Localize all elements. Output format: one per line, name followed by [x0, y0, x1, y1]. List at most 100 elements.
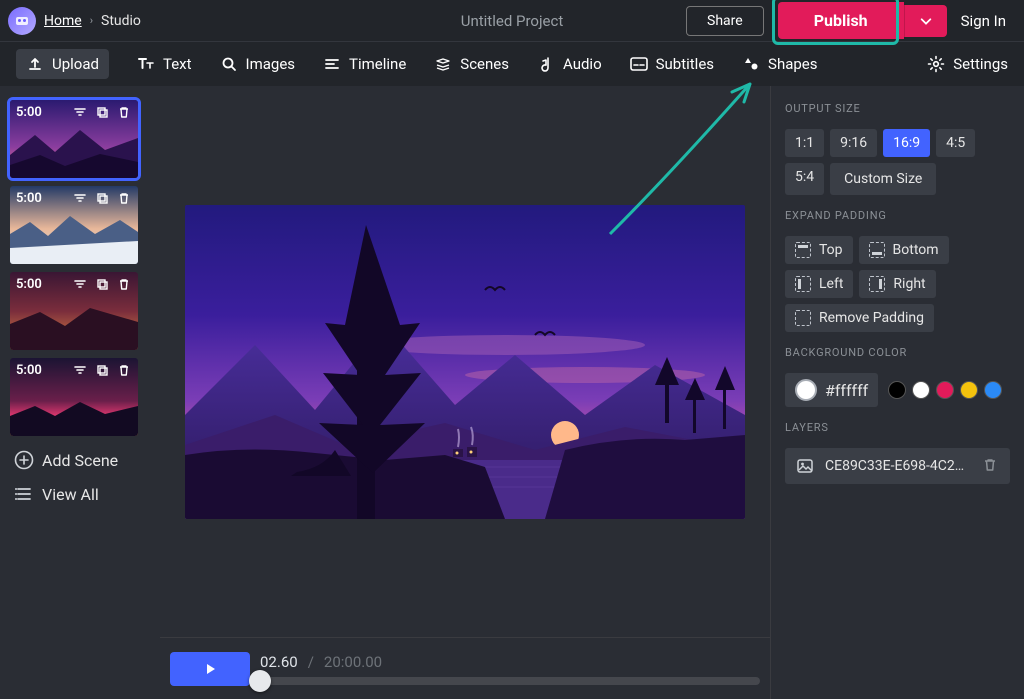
images-label: Images — [246, 55, 296, 73]
sort-icon[interactable] — [72, 276, 88, 292]
ratio-chips: 1:1 9:16 16:9 4:5 5:4 Custom Size — [785, 129, 1010, 195]
search-icon — [220, 55, 238, 73]
gear-icon — [927, 55, 945, 73]
scenes-label: Scenes — [460, 55, 509, 73]
timeline-knob[interactable] — [249, 670, 271, 692]
upload-button[interactable]: Upload — [16, 49, 109, 79]
play-button[interactable] — [170, 652, 250, 686]
pad-right-button[interactable]: Right — [859, 270, 935, 298]
audio-tool[interactable]: Audio — [537, 55, 602, 73]
view-all-button[interactable]: View All — [14, 484, 150, 504]
output-size-label: OUTPUT SIZE — [785, 102, 1010, 115]
signin-button[interactable]: Sign In — [961, 12, 1006, 30]
swatch-white[interactable] — [912, 381, 930, 399]
scenes-icon — [434, 55, 452, 73]
audio-label: Audio — [563, 55, 602, 73]
shapes-label: Shapes — [768, 55, 817, 73]
text-icon — [137, 55, 155, 73]
canvas-art — [185, 205, 745, 519]
canvas[interactable] — [185, 205, 745, 519]
timeline-bar: 02.60 / 20:00.00 — [160, 637, 770, 699]
layers-label: LAYERS — [785, 421, 1010, 434]
swatch-yellow[interactable] — [960, 381, 978, 399]
copy-icon[interactable] — [94, 362, 110, 378]
project-title[interactable]: Untitled Project — [461, 12, 564, 30]
shapes-icon — [742, 55, 760, 73]
scene-thumb[interactable]: 5:00 — [10, 100, 138, 178]
sort-icon[interactable] — [72, 362, 88, 378]
trash-icon[interactable] — [116, 190, 132, 206]
settings-tool[interactable]: Settings — [927, 55, 1008, 73]
scene-duration: 5:00 — [16, 105, 42, 120]
pad-top-icon — [795, 242, 811, 258]
sort-icon[interactable] — [72, 190, 88, 206]
pad-bottom-button[interactable]: Bottom — [859, 236, 949, 264]
plus-circle-icon — [14, 450, 34, 470]
ratio-1-1[interactable]: 1:1 — [785, 129, 824, 157]
trash-icon[interactable] — [116, 104, 132, 120]
avatar[interactable] — [8, 7, 36, 35]
scenes-tool[interactable]: Scenes — [434, 55, 509, 73]
publish-dropdown[interactable] — [904, 5, 947, 37]
images-tool[interactable]: Images — [220, 55, 296, 73]
bg-color-input[interactable]: #ffffff — [785, 373, 878, 407]
timeline-track[interactable] — [260, 677, 760, 685]
bg-color-row: #ffffff — [785, 373, 1010, 407]
timeline-icon — [323, 55, 341, 73]
shapes-tool[interactable]: Shapes — [742, 55, 817, 73]
bg-color-value: #ffffff — [825, 381, 868, 400]
time-display: 02.60 / 20:00.00 — [260, 653, 760, 671]
scene-thumb[interactable]: 5:00 — [10, 358, 138, 436]
bg-swatch-icon — [795, 379, 817, 401]
settings-label: Settings — [953, 55, 1008, 73]
text-tool[interactable]: Text — [137, 55, 192, 73]
chevron-right-icon: › — [90, 14, 93, 27]
add-scene-button[interactable]: Add Scene — [14, 450, 150, 470]
publish-group: Publish — [778, 2, 947, 39]
pad-bottom-icon — [869, 242, 885, 258]
toolbar: Upload Text Images Timeline Scenes Audio… — [0, 42, 1024, 86]
trash-icon[interactable] — [116, 276, 132, 292]
scene-thumb[interactable]: 5:00 — [10, 186, 138, 264]
ratio-9-16[interactable]: 9:16 — [830, 129, 877, 157]
trash-icon[interactable] — [116, 362, 132, 378]
timeline-tool[interactable]: Timeline — [323, 55, 406, 73]
copy-icon[interactable] — [94, 276, 110, 292]
time-total: 20:00.00 — [324, 653, 382, 671]
image-icon — [795, 456, 815, 476]
scene-thumb[interactable]: 5:00 — [10, 272, 138, 350]
canvas-area: 02.60 / 20:00.00 — [160, 86, 770, 699]
custom-size-button[interactable]: Custom Size — [830, 163, 936, 195]
publish-button[interactable]: Publish — [778, 2, 904, 39]
home-link[interactable]: Home — [44, 13, 82, 29]
swatch-black[interactable] — [888, 381, 906, 399]
pad-left-button[interactable]: Left — [785, 270, 853, 298]
pad-left-icon — [795, 276, 811, 292]
trash-icon[interactable] — [982, 457, 1000, 475]
subtitles-tool[interactable]: Subtitles — [630, 55, 714, 73]
header-right: Share Publish Sign In — [686, 2, 1006, 39]
time-current: 02.60 — [260, 653, 298, 671]
share-button[interactable]: Share — [686, 6, 764, 36]
swatch-pink[interactable] — [936, 381, 954, 399]
pad-top-button[interactable]: Top — [785, 236, 853, 264]
ratio-16-9[interactable]: 16:9 — [883, 129, 930, 157]
layer-row[interactable]: CE89C33E-E698-4C2D-... — [785, 448, 1010, 484]
text-label: Text — [163, 55, 192, 73]
chevron-down-icon — [919, 14, 933, 28]
copy-icon[interactable] — [94, 104, 110, 120]
audio-icon — [537, 55, 555, 73]
ratio-5-4[interactable]: 5:4 — [785, 163, 824, 195]
scene-list: 5:00 5:00 — [0, 86, 160, 699]
ratio-4-5[interactable]: 4:5 — [936, 129, 975, 157]
padding-chips: Top Bottom Left Right Remove Padding — [785, 236, 1010, 332]
subtitles-icon — [630, 55, 648, 73]
copy-icon[interactable] — [94, 190, 110, 206]
remove-pad-icon — [795, 310, 811, 326]
remove-padding-button[interactable]: Remove Padding — [785, 304, 934, 332]
sort-icon[interactable] — [72, 104, 88, 120]
scene-duration: 5:00 — [16, 191, 42, 206]
scene-duration: 5:00 — [16, 363, 42, 378]
swatch-blue[interactable] — [984, 381, 1002, 399]
properties-panel: OUTPUT SIZE 1:1 9:16 16:9 4:5 5:4 Custom… — [770, 86, 1024, 699]
